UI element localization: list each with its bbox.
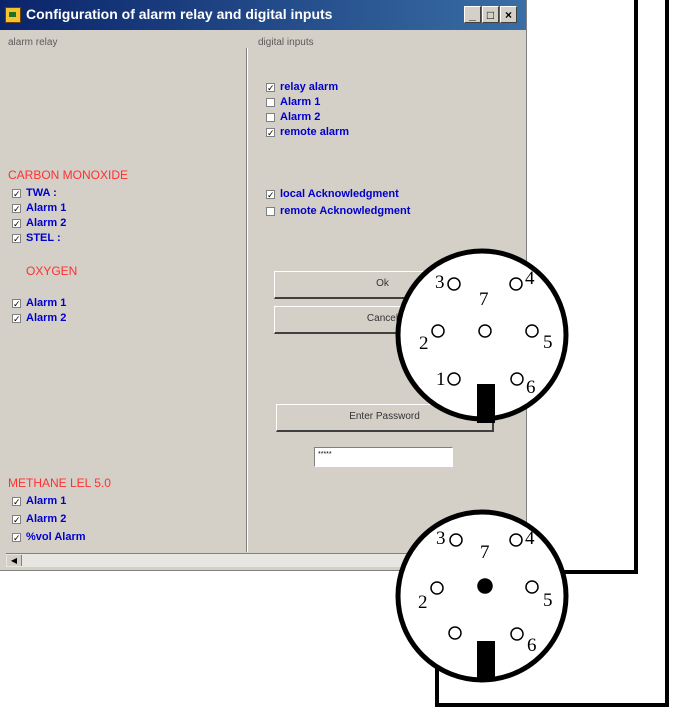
pin-label: 3 [436,528,446,549]
pin-label: 7 [480,542,490,563]
connector-bottom-key [477,641,495,679]
pin-hole [510,372,524,386]
connector-top: 3 7 4 2 5 1 6 [395,248,569,423]
pin-label: 2 [418,592,428,613]
pin-hole [525,324,539,338]
pin-hole [448,626,462,640]
pin-hole [509,277,523,291]
pin-label: 7 [479,289,489,310]
connector-diagram-overlay: 3 7 4 2 5 1 6 3 7 4 2 5 6 [395,0,669,707]
pin-label: 6 [526,377,536,398]
pin-label: 4 [525,268,535,289]
pin-hole [525,580,539,594]
connector-bottom: 3 7 4 2 5 6 [395,509,569,683]
pin-hole [430,581,444,595]
pin-label: 5 [543,590,553,611]
pin-label: 3 [435,272,445,293]
connector-top-key [477,384,495,423]
pin-label: 2 [419,333,429,354]
pin-label: 4 [525,528,535,549]
pin-label: 5 [543,332,553,353]
pin-hole [431,324,445,338]
pin-hole [510,627,524,641]
pin-7-filled [477,578,493,594]
pin-label: 1 [436,369,446,390]
pin-hole [449,533,463,547]
pin-label: 6 [527,635,537,656]
pin-hole [447,372,461,386]
pin-hole [478,324,492,338]
pin-hole [509,533,523,547]
pin-hole [447,277,461,291]
